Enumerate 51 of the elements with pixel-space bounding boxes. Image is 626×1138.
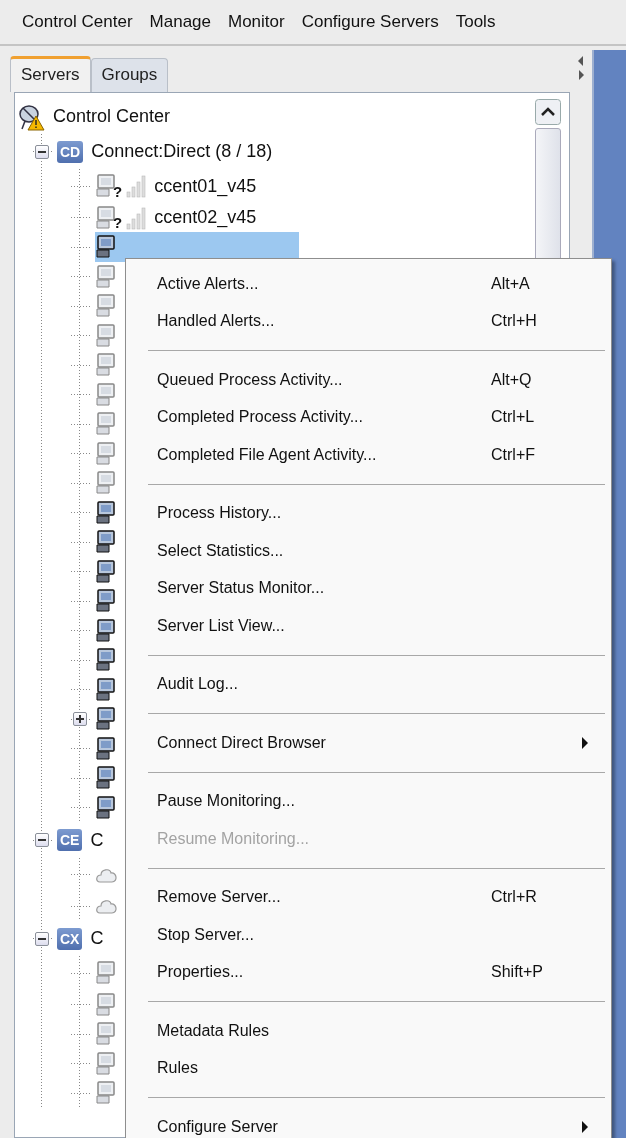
tree-node[interactable]: ? ccent02_v45 (95, 202, 261, 233)
menu-item[interactable]: Stop Server... (126, 916, 611, 954)
menu-bar-item[interactable]: Manage (149, 12, 211, 32)
tree-node[interactable]: Control Center (17, 101, 175, 132)
menu-item[interactable]: Configure Server (126, 1108, 611, 1138)
group-badge: CD (57, 140, 84, 163)
submenu-arrow-icon (581, 736, 589, 749)
node-label: Connect:Direct (8 / 18) (90, 141, 273, 162)
group-badge: CE (57, 829, 83, 851)
menu-item[interactable]: Queued Process Activity... Alt+Q (126, 361, 611, 399)
tab[interactable]: Servers (10, 56, 91, 92)
unknown-mark: ? (113, 214, 123, 232)
menu-item[interactable]: Server List View... (126, 607, 611, 645)
signal-icon (126, 205, 147, 230)
menu-bar-item[interactable]: Tools (455, 12, 496, 32)
group-badge: CX (57, 927, 83, 950)
tree-node[interactable]: CD Connect:Direct (8 / 18) (57, 136, 277, 167)
menu-item[interactable]: Rules (126, 1049, 611, 1087)
node-label: C (89, 829, 104, 851)
signal-icon (126, 174, 147, 198)
menu-bar-item[interactable]: Monitor (228, 12, 285, 32)
menu-item[interactable]: Metadata Rules (126, 1012, 611, 1050)
menu-item[interactable]: Select Statistics... (126, 532, 611, 570)
node-label: C (89, 928, 104, 949)
menu-item[interactable]: Connect Direct Browser (126, 724, 611, 762)
menu-item[interactable]: Pause Monitoring... (126, 782, 611, 820)
expand-toggle[interactable] (73, 712, 87, 727)
tree-node[interactable]: CX C (57, 923, 108, 954)
tab[interactable]: Groups (90, 58, 169, 92)
node-label: ccent02_v45 (153, 207, 257, 229)
menu-item[interactable]: Server Status Monitor... (126, 569, 611, 607)
menu-item[interactable]: Process History... (126, 494, 611, 532)
menu-item[interactable]: Properties... Shift+P (126, 953, 611, 991)
collapse-toggle[interactable] (35, 833, 49, 847)
menu-item[interactable]: Completed File Agent Activity... Ctrl+F (126, 436, 611, 474)
menu-item[interactable]: Active Alerts... Alt+A (126, 265, 611, 303)
menu-item[interactable]: Handled Alerts... Ctrl+H (126, 302, 611, 340)
node-label: Control Center (52, 106, 171, 127)
menu-item[interactable]: Completed Process Activity... Ctrl+L (126, 398, 611, 436)
menu-bar-item[interactable]: Configure Servers (301, 12, 439, 32)
scroll-up-icon[interactable] (535, 99, 561, 125)
tree-node[interactable]: CE C (57, 825, 108, 855)
submenu-arrow-icon (581, 1120, 589, 1133)
collapse-toggle[interactable] (35, 931, 49, 946)
menu-bar-item[interactable]: Control Center (22, 12, 133, 32)
menu-item[interactable]: Audit Log... (126, 665, 611, 703)
unknown-mark: ? (113, 182, 123, 200)
node-label: ccent01_v45 (153, 175, 257, 197)
tree-node[interactable]: ? ccent01_v45 (95, 171, 261, 201)
menu-item[interactable]: Remove Server... Ctrl+R (126, 878, 611, 916)
collapse-toggle[interactable] (35, 144, 49, 159)
